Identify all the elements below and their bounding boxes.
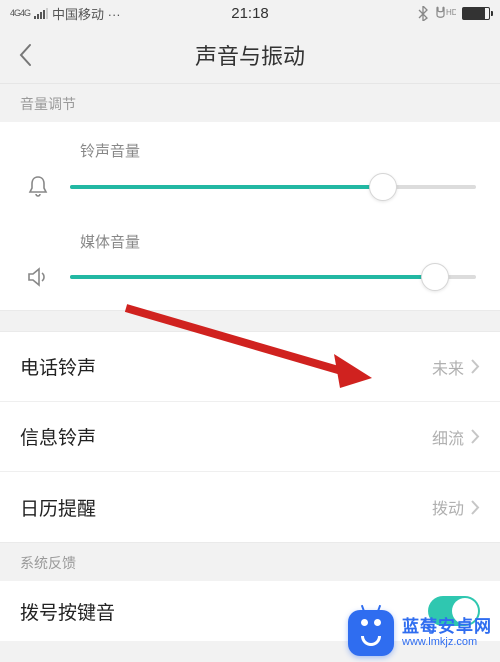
media-volume-block: 媒体音量: [0, 221, 500, 310]
status-time: 21:18: [231, 5, 269, 22]
ringtone-volume-slider[interactable]: [70, 185, 476, 189]
ringtone-volume-label: 铃声音量: [80, 140, 476, 161]
section-header-volume: 音量调节: [0, 84, 500, 122]
chevron-right-icon: [470, 499, 480, 516]
watermark: 蓝莓安卓网 www.lmkjz.com: [348, 610, 492, 656]
bell-icon: [24, 175, 52, 199]
page-title: 声音与振动: [195, 39, 305, 71]
row-calendar-reminder[interactable]: 日历提醒 拨动: [0, 472, 500, 542]
ringtone-volume-block: 铃声音量: [0, 122, 500, 221]
status-right: HD: [418, 6, 490, 21]
row-title: 电话铃声: [20, 353, 96, 380]
status-left: 4G4G 中国移动 ···: [10, 4, 121, 23]
phone-hd-icon: HD: [434, 6, 456, 21]
row-value: 未来: [432, 355, 464, 379]
nav-bar: 声音与振动: [0, 26, 500, 84]
watermark-logo-icon: [348, 610, 394, 656]
section-header-feedback: 系统反馈: [0, 542, 500, 581]
row-value: 细流: [432, 425, 464, 449]
section-gap: [0, 310, 500, 332]
ringtone-panel: 电话铃声 未来 信息铃声 细流 日历提醒 拨动: [0, 332, 500, 542]
slider-thumb[interactable]: [421, 263, 449, 291]
row-value: 拨动: [432, 495, 464, 519]
row-phone-ringtone[interactable]: 电话铃声 未来: [0, 332, 500, 402]
carrier-label: 中国移动 ···: [52, 4, 121, 23]
row-message-ringtone[interactable]: 信息铃声 细流: [0, 402, 500, 472]
row-title: 日历提醒: [20, 494, 96, 521]
row-title: 信息铃声: [20, 423, 96, 450]
chevron-left-icon: [18, 43, 32, 67]
status-bar: 4G4G 中国移动 ··· 21:18 HD: [0, 0, 500, 26]
chevron-right-icon: [470, 358, 480, 375]
battery-icon: [462, 7, 490, 20]
watermark-title: 蓝莓安卓网: [402, 617, 492, 637]
back-button[interactable]: [0, 26, 50, 83]
watermark-url: www.lmkjz.com: [402, 636, 492, 649]
chevron-right-icon: [470, 428, 480, 445]
media-volume-slider[interactable]: [70, 275, 476, 279]
bluetooth-icon: [418, 6, 428, 21]
slider-thumb[interactable]: [369, 173, 397, 201]
svg-text:HD: HD: [446, 8, 456, 17]
signal-icon: [34, 8, 48, 19]
speaker-icon: [24, 266, 52, 288]
row-title: 拨号按键音: [20, 598, 115, 625]
network-4g-icon: 4G4G: [10, 9, 30, 17]
volume-panel: 铃声音量 媒体音量: [0, 122, 500, 310]
media-volume-label: 媒体音量: [80, 231, 476, 252]
